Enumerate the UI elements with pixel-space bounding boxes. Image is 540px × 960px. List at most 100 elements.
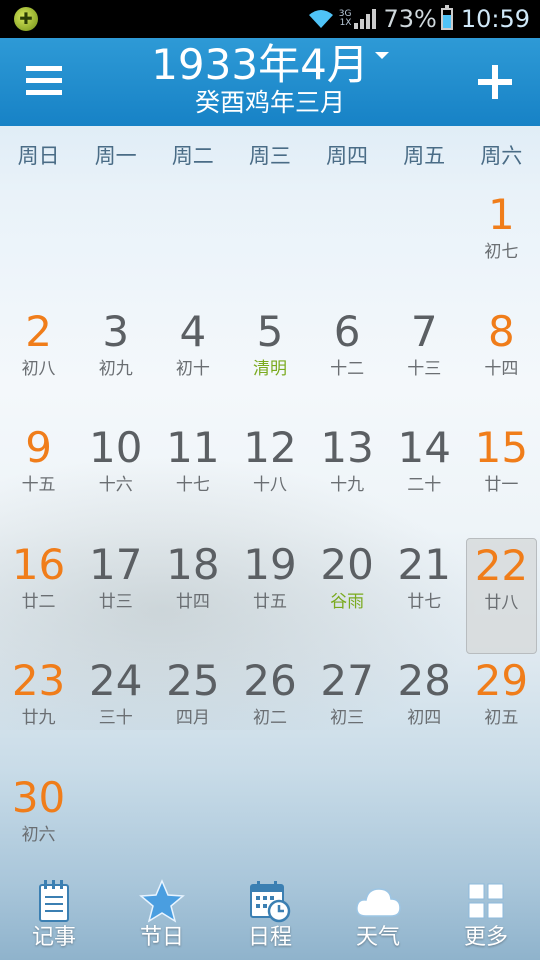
lunar-date: 三十 xyxy=(98,708,133,728)
lunar-date: 廿四 xyxy=(175,591,210,612)
tab-weather[interactable]: 天气 xyxy=(324,872,432,960)
lunar-date: 初八 xyxy=(21,358,56,379)
battery-percent: 73% xyxy=(383,5,437,33)
day-number: 11 xyxy=(166,423,220,472)
calendar-day-selected[interactable]: 22 廿八 xyxy=(465,537,537,654)
calendar-day[interactable]: 2 初八 xyxy=(0,307,77,423)
tab-holidays[interactable]: 节日 xyxy=(108,872,216,960)
day-number: 6 xyxy=(333,306,361,356)
month-title-text[interactable]: 1933年4月 xyxy=(151,40,369,89)
calendar-day[interactable]: 19 廿五 xyxy=(231,540,308,656)
solar-term-label: 清明 xyxy=(252,358,287,379)
add-button[interactable] xyxy=(478,65,512,99)
calendar-day[interactable]: 14 二十 xyxy=(386,423,463,539)
calendar-day[interactable]: 21 廿七 xyxy=(386,540,463,656)
lunar-date: 初六 xyxy=(21,824,56,845)
weekday-fri: 周五 xyxy=(403,144,446,168)
calendar-day[interactable]: 28 初四 xyxy=(386,656,463,772)
calendar-day[interactable]: 13 十九 xyxy=(309,423,386,539)
day-number: 7 xyxy=(410,306,438,356)
calendar-day[interactable]: 27 初三 xyxy=(309,656,386,772)
day-number: 20 xyxy=(320,539,374,589)
day-number: 12 xyxy=(243,423,297,472)
star-icon xyxy=(139,879,185,923)
lunar-date: 初四 xyxy=(407,708,442,728)
day-number: 26 xyxy=(243,656,297,705)
lunar-date: 十八 xyxy=(252,475,287,495)
day-number: 14 xyxy=(397,423,451,472)
day-number: 21 xyxy=(397,539,451,589)
lunar-date: 廿九 xyxy=(21,708,56,728)
calendar-header: 1933年4月 癸酉鸡年三月 xyxy=(0,38,540,126)
calendar-day[interactable]: 5 清明 xyxy=(231,307,308,423)
notepad-icon xyxy=(39,880,69,922)
tab-schedule[interactable]: 日程 xyxy=(216,872,324,960)
day-number: 24 xyxy=(88,656,143,705)
month-title[interactable]: 1933年4月 xyxy=(0,38,540,92)
calendar-day[interactable]: 4 初十 xyxy=(154,307,231,423)
lunar-date: 十七 xyxy=(175,475,210,495)
calendar-day[interactable]: 18 廿四 xyxy=(154,540,231,656)
day-number: 8 xyxy=(488,306,515,356)
day-number: 30 xyxy=(11,772,66,822)
calendar-day[interactable]: 7 十三 xyxy=(386,307,463,423)
calendar-day[interactable]: 6 十二 xyxy=(309,307,386,423)
day-number: 13 xyxy=(320,423,374,472)
lunar-date: 初三 xyxy=(330,708,365,728)
calendar-day[interactable]: 29 初五 xyxy=(463,656,540,772)
weekday-mon: 周一 xyxy=(94,144,137,168)
day-number: 27 xyxy=(320,656,374,705)
calendar-clock-icon xyxy=(250,881,291,923)
lunar-date: 廿一 xyxy=(484,475,519,495)
calendar-day[interactable]: 24 三十 xyxy=(77,656,154,772)
calendar-day[interactable]: 16 廿二 xyxy=(0,540,77,656)
calendar-day[interactable]: 10 十六 xyxy=(77,423,154,539)
tab-notes-label[interactable]: 记事 xyxy=(0,924,108,952)
day-number: 1 xyxy=(488,190,515,239)
calendar-day[interactable]: 17 廿三 xyxy=(77,540,154,656)
weekday-wed: 周三 xyxy=(248,144,291,168)
day-number: 5 xyxy=(256,306,284,356)
calendar-day[interactable]: 25 四月 xyxy=(154,656,231,772)
day-number: 16 xyxy=(11,539,66,589)
solar-term-label: 谷雨 xyxy=(330,591,365,612)
lunar-date: 初五 xyxy=(484,708,519,728)
calendar-day[interactable]: 9 十五 xyxy=(0,423,77,539)
calendar-day[interactable]: 12 十八 xyxy=(231,423,308,539)
lunar-date: 十五 xyxy=(21,475,56,495)
calendar-day[interactable]: 20 谷雨 xyxy=(309,540,386,656)
lunar-date: 十二 xyxy=(330,358,365,379)
network-type: 3G 1X xyxy=(339,10,352,28)
signal-icon xyxy=(354,9,377,29)
calendar-day[interactable]: 8 十四 xyxy=(463,307,540,423)
network-type-bottom: 1X xyxy=(339,18,352,28)
calendar-day[interactable]: 3 初九 xyxy=(77,307,154,423)
tab-notes[interactable]: 记事 xyxy=(0,872,108,960)
tab-schedule-label[interactable]: 日程 xyxy=(216,924,324,952)
tab-more-label[interactable]: 更多 xyxy=(432,924,540,952)
lunar-date: 廿八 xyxy=(484,592,519,613)
lunar-date: 十三 xyxy=(407,358,442,379)
tab-holidays-label[interactable]: 节日 xyxy=(108,924,216,952)
tab-weather-label[interactable]: 天气 xyxy=(324,924,432,952)
calendar-day[interactable]: 26 初二 xyxy=(231,656,308,772)
app-notification-icon: ✚ xyxy=(14,7,38,31)
weekday-thu: 周四 xyxy=(326,144,369,168)
lunar-date: 四月 xyxy=(175,708,210,728)
cloud-icon xyxy=(356,888,401,917)
day-number: 3 xyxy=(102,306,130,356)
weekday-tue: 周二 xyxy=(171,144,214,168)
bottom-tab-bar: 记事 节日 日程 天气 更多 xyxy=(0,872,540,960)
wifi-icon xyxy=(308,10,333,28)
day-number: 19 xyxy=(243,539,297,589)
calendar-day[interactable]: 1 初七 xyxy=(463,190,540,306)
calendar-day[interactable]: 23 廿九 xyxy=(0,656,77,772)
chevron-down-icon[interactable] xyxy=(374,52,389,59)
day-number: 18 xyxy=(166,539,220,589)
battery-icon xyxy=(440,5,453,30)
lunar-date: 十四 xyxy=(484,358,519,379)
calendar-day[interactable]: 11 十七 xyxy=(154,423,231,539)
lunar-date: 二十 xyxy=(407,475,442,495)
calendar-day[interactable]: 15 廿一 xyxy=(463,423,540,539)
tab-more[interactable]: 更多 xyxy=(432,872,540,960)
